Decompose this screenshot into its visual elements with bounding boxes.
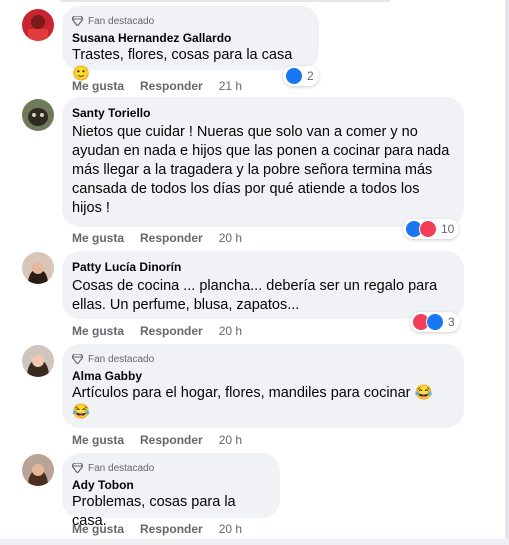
reaction-summary[interactable]: 2	[283, 66, 319, 86]
comment-text: Nietos que cuidar ! Nueras que solo van …	[72, 124, 450, 216]
comment-bubble: Fan destacado Ady Tobon Problemas, cosas…	[62, 453, 280, 529]
like-button[interactable]: Me gusta	[72, 231, 124, 245]
comment-bubble: Fan destacado Susana Hernandez Gallardo …	[62, 6, 319, 82]
like-reaction-icon	[285, 67, 303, 85]
comment-actions: Me gusta Responder 20 h	[72, 433, 258, 447]
comment-actions: Me gusta Responder 20 h	[72, 324, 258, 338]
like-button[interactable]: Me gusta	[72, 433, 124, 447]
like-button[interactable]: Me gusta	[72, 79, 124, 93]
commenter-name[interactable]: Ady Tobon	[72, 477, 268, 493]
reply-button[interactable]: Responder	[140, 324, 203, 338]
like-button[interactable]: Me gusta	[72, 324, 124, 338]
reaction-count: 3	[448, 315, 455, 329]
timestamp[interactable]: 20 h	[219, 433, 242, 447]
comment-bubble: Fan destacado Alma Gabby Artículos para …	[62, 344, 464, 428]
bottom-divider	[0, 539, 509, 545]
comment-actions: Me gusta Responder 20 h	[72, 522, 258, 536]
like-button[interactable]: Me gusta	[72, 522, 124, 536]
comment-bubble: Patty Lucía Dinorín Cosas de cocina ... …	[62, 251, 464, 319]
fan-label: Fan destacado	[88, 353, 155, 365]
reaction-summary[interactable]: 3	[410, 312, 460, 332]
commenter-name[interactable]: Santy Toriello	[72, 105, 452, 121]
comment-bubble: Santy Toriello Nietos que cuidar ! Nuera…	[62, 97, 464, 227]
avatar[interactable]	[22, 252, 54, 284]
commenter-name[interactable]: Alma Gabby	[72, 368, 452, 384]
diamond-icon	[72, 463, 83, 473]
comment-actions: Me gusta Responder 21 h	[72, 79, 258, 93]
reply-button[interactable]: Responder	[140, 231, 203, 245]
avatar[interactable]	[22, 9, 54, 41]
scrollbar-track[interactable]	[505, 0, 509, 545]
reaction-count: 2	[307, 69, 314, 83]
timestamp[interactable]: 20 h	[219, 522, 242, 536]
fan-label: Fan destacado	[88, 462, 155, 474]
like-reaction-icon	[426, 313, 444, 331]
love-reaction-icon	[419, 220, 437, 238]
commenter-name[interactable]: Susana Hernandez Gallardo	[72, 30, 307, 46]
reaction-summary[interactable]: 10	[403, 219, 460, 239]
avatar[interactable]	[22, 454, 54, 486]
timestamp[interactable]: 21 h	[219, 79, 242, 93]
fan-label: Fan destacado	[88, 15, 155, 27]
fan-badge: Fan destacado	[72, 352, 452, 366]
reply-button[interactable]: Responder	[140, 79, 203, 93]
timestamp[interactable]: 20 h	[219, 324, 242, 338]
reply-button[interactable]: Responder	[140, 522, 203, 536]
diamond-icon	[72, 16, 83, 26]
diamond-icon	[72, 354, 83, 364]
comment-text: Cosas de cocina ... plancha... debería s…	[72, 278, 438, 313]
fan-badge: Fan destacado	[72, 461, 268, 475]
avatar[interactable]	[22, 345, 54, 377]
reply-button[interactable]: Responder	[140, 433, 203, 447]
comment-actions: Me gusta Responder 20 h	[72, 231, 258, 245]
timestamp[interactable]: 20 h	[219, 231, 242, 245]
reaction-count: 10	[441, 222, 455, 236]
commenter-name[interactable]: Patty Lucía Dinorín	[72, 259, 452, 275]
avatar[interactable]	[22, 99, 54, 131]
top-divider	[0, 0, 509, 4]
comment-text: Artículos para el hogar, flores, mandile…	[72, 385, 433, 420]
fan-badge: Fan destacado	[72, 14, 307, 28]
